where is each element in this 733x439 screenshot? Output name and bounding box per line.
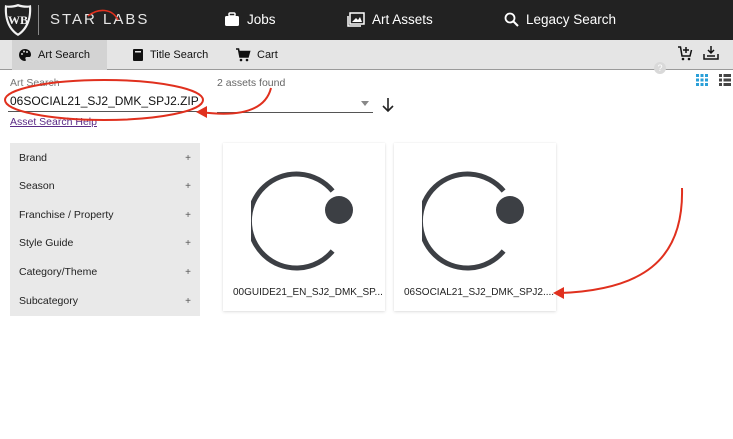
nav-jobs[interactable]: Jobs bbox=[224, 12, 276, 27]
tab-cart[interactable]: Cart bbox=[229, 40, 284, 70]
nav-legacy-search[interactable]: Legacy Search bbox=[504, 12, 616, 27]
facet-style-guide[interactable]: Style Guide + bbox=[10, 233, 200, 253]
palette-icon bbox=[19, 49, 31, 61]
sort-select[interactable] bbox=[217, 95, 373, 113]
top-bar: WB STAR LABS Jobs Art Assets Legacy Sear… bbox=[0, 0, 733, 40]
chevron-down-icon bbox=[361, 101, 369, 106]
book-icon bbox=[133, 49, 143, 61]
expand-icon[interactable]: + bbox=[185, 267, 191, 278]
app-root: WB STAR LABS Jobs Art Assets Legacy Sear… bbox=[0, 0, 733, 439]
add-to-cart-icon[interactable] bbox=[677, 45, 693, 61]
facet-label: Brand bbox=[19, 152, 48, 164]
results-count: 2 assets found bbox=[217, 77, 286, 89]
tab-art-search-label: Art Search bbox=[38, 49, 90, 61]
nav-art-assets-label: Art Assets bbox=[372, 12, 433, 27]
brand-name[interactable]: STAR LABS bbox=[50, 11, 149, 28]
asset-name: 00GUIDE21_EN_SJ2_DMK_SP... bbox=[233, 287, 383, 298]
cart-icon bbox=[236, 48, 251, 62]
art-search-label: Art Search bbox=[10, 77, 60, 89]
facet-category-theme[interactable]: Category/Theme + bbox=[10, 262, 200, 282]
grid-view-icon[interactable] bbox=[696, 74, 708, 86]
expand-icon[interactable]: + bbox=[185, 181, 191, 192]
tab-art-search[interactable]: Art Search bbox=[12, 40, 107, 70]
tab-bar: Art Search Title Search Cart bbox=[0, 40, 733, 70]
expand-icon[interactable]: + bbox=[185, 153, 191, 164]
sort-direction-arrow-icon[interactable] bbox=[381, 97, 395, 113]
expand-icon[interactable]: + bbox=[185, 296, 191, 307]
facet-label: Subcategory bbox=[19, 295, 78, 307]
facet-label: Season bbox=[19, 180, 55, 192]
help-icon[interactable]: ? bbox=[654, 62, 666, 74]
wb-shield-logo[interactable]: WB bbox=[3, 3, 33, 37]
tab-title-search[interactable]: Title Search bbox=[126, 40, 214, 70]
facet-label: Franchise / Property bbox=[19, 209, 114, 221]
asset-card[interactable]: 00GUIDE21_EN_SJ2_DMK_SP... bbox=[223, 143, 385, 311]
facet-panel: Brand + Season + Franchise / Property + … bbox=[10, 143, 200, 316]
briefcase-icon bbox=[225, 12, 239, 26]
annotation-arrow-asset bbox=[559, 187, 684, 294]
art-search-input[interactable] bbox=[8, 90, 200, 112]
facet-subcategory[interactable]: Subcategory + bbox=[10, 291, 200, 311]
expand-icon[interactable]: + bbox=[185, 238, 191, 249]
tab-title-search-label: Title Search bbox=[150, 49, 209, 61]
facet-franchise-property[interactable]: Franchise / Property + bbox=[10, 205, 200, 225]
facet-label: Category/Theme bbox=[19, 266, 98, 278]
asset-name: 06SOCIAL21_SJ2_DMK_SPJ2.... bbox=[404, 287, 555, 298]
expand-icon[interactable]: + bbox=[185, 210, 191, 221]
list-view-icon[interactable] bbox=[719, 74, 731, 86]
tab-bar-actions bbox=[677, 45, 719, 61]
bulk-download-icon[interactable] bbox=[703, 45, 719, 61]
nav-art-assets[interactable]: Art Assets bbox=[347, 12, 433, 27]
facet-brand[interactable]: Brand + bbox=[10, 148, 200, 168]
tab-cart-label: Cart bbox=[257, 49, 278, 61]
nav-jobs-label: Jobs bbox=[247, 12, 276, 27]
svg-text:WB: WB bbox=[8, 13, 28, 27]
images-icon bbox=[347, 12, 365, 27]
asset-thumbnail-loading-icon bbox=[251, 171, 353, 271]
nav-legacy-search-label: Legacy Search bbox=[526, 12, 617, 27]
asset-card[interactable]: 06SOCIAL21_SJ2_DMK_SPJ2.... bbox=[394, 143, 556, 311]
asset-search-help-link[interactable]: Asset Search Help bbox=[10, 116, 97, 128]
facet-label: Style Guide bbox=[19, 237, 74, 249]
facet-season[interactable]: Season + bbox=[10, 176, 200, 196]
logo-divider bbox=[38, 5, 39, 35]
asset-thumbnail-loading-icon bbox=[422, 171, 524, 271]
search-icon bbox=[504, 12, 519, 27]
